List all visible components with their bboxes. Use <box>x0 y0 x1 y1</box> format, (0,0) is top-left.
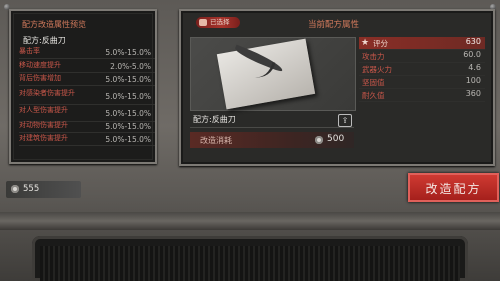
stat-value: 60.0 <box>463 50 481 59</box>
coin-icon <box>315 136 323 144</box>
coin-icon <box>11 185 19 193</box>
attribute-row: 对动物伤害提升 5.0%-15.0% <box>19 121 155 133</box>
share-icon[interactable]: ⇪ <box>338 114 352 127</box>
attribute-row: 背后伤害增加 5.0%-15.0% <box>19 74 155 86</box>
stat-row: 武器火力 4.6 <box>359 63 485 76</box>
recipe-image <box>190 37 356 111</box>
stat-value: 100 <box>465 76 481 85</box>
score-row: ★ 评分 630 <box>359 37 485 50</box>
attribute-row: 对人型伤害提升 5.0%-15.0% <box>19 106 155 122</box>
attribute-row: 移动速度提升 2.0%-5.0% <box>19 61 155 73</box>
stat-label: 坚固值 <box>362 78 385 87</box>
metal-beam <box>0 212 500 230</box>
item-name: 配方:反曲刀 <box>193 115 236 124</box>
stat-row: 耐久值 360 <box>359 89 485 102</box>
attribute-label: 对建筑伤害提升 <box>19 134 68 142</box>
stat-label: 耐久值 <box>362 91 385 100</box>
machine-vent <box>32 236 468 281</box>
star-icon: ★ <box>361 38 370 48</box>
attribute-value: 5.0%-15.0% <box>105 92 151 101</box>
attribute-label: 对感染者伤害提升 <box>19 89 75 97</box>
attribute-value: 5.0%-15.0% <box>105 135 151 144</box>
attribute-label: 背后伤害增加 <box>19 74 61 82</box>
recipe-preview-panel: 配方改造属性预览 配方:反曲刀 暴击率 5.0%-15.0% 移动速度提升 2.0%-… <box>9 9 157 164</box>
selected-badge-label: 已选择 <box>210 18 230 26</box>
attribute-value: 2.0%-5.0% <box>110 62 151 71</box>
attribute-label: 对动物伤害提升 <box>19 121 68 129</box>
stat-label: 武器火力 <box>362 65 392 74</box>
cost-label: 改造消耗 <box>200 136 232 145</box>
attribute-value: 5.0%-15.0% <box>105 122 151 131</box>
cost-value: 500 <box>327 134 345 144</box>
item-name-row: 配方:反曲刀 ⇪ <box>190 114 354 128</box>
attribute-value: 5.0%-15.0% <box>105 75 151 84</box>
attribute-label: 移动速度提升 <box>19 61 61 69</box>
selected-badge: 已选择 <box>196 17 240 28</box>
recipe-name: 配方:反曲刀 <box>23 36 66 45</box>
attribute-row: 对建筑伤害提升 5.0%-15.0% <box>19 134 155 146</box>
stat-value: 360 <box>465 89 481 98</box>
attribute-value: 5.0%-15.0% <box>105 48 151 57</box>
stat-label: 评分 <box>373 39 388 48</box>
modify-cost-row: 改造消耗 500 <box>190 132 354 148</box>
currency-display: 555 <box>6 181 81 198</box>
check-icon <box>199 19 207 26</box>
attribute-row: 暴击率 5.0%-15.0% <box>19 47 155 59</box>
stat-value: 630 <box>465 37 481 46</box>
preview-title: 配方改造属性预览 <box>22 20 86 29</box>
currency-amount: 555 <box>23 184 40 194</box>
current-attributes-title: 当前配方属性 <box>308 20 360 30</box>
attribute-row: 对感染者伤害提升 5.0%-15.0% <box>19 89 155 105</box>
stat-value: 4.6 <box>468 63 481 72</box>
attribute-label: 暴击率 <box>19 47 40 55</box>
stat-row: 坚固值 100 <box>359 76 485 89</box>
modify-recipe-button[interactable]: 改造配方 <box>408 173 499 202</box>
attribute-label: 对人型伤害提升 <box>19 106 68 114</box>
modify-recipe-label: 改造配方 <box>425 182 482 196</box>
current-recipe-panel: 已选择 当前配方属性 配方:反曲刀 ⇪ 改造消耗 500 ★ 评分 630 攻击力 60… <box>179 9 495 166</box>
attribute-value: 5.0%-15.0% <box>105 109 151 118</box>
stat-label: 攻击力 <box>362 52 385 61</box>
stat-row: 攻击力 60.0 <box>359 50 485 63</box>
